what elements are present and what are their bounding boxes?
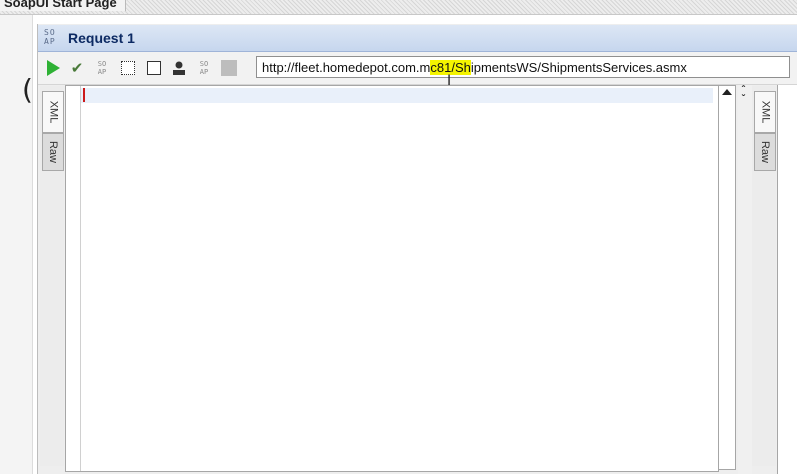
soap-action-button[interactable]: SO AP (93, 59, 111, 77)
tab-raw[interactable]: Raw (42, 133, 64, 171)
soap-icon: SO AP (44, 28, 56, 46)
stop-icon (221, 60, 237, 76)
play-icon (46, 60, 60, 76)
response-editor[interactable] (777, 85, 797, 474)
top-tab-strip: SoapUI Start Page (0, 0, 797, 15)
line-gutter (66, 86, 81, 471)
partial-icon: ( (22, 73, 33, 106)
tab-start-page[interactable]: SoapUI Start Page (0, 0, 126, 11)
validate-button[interactable]: ✔ (68, 59, 86, 77)
scroll-up-icon[interactable] (722, 89, 732, 95)
tab-xml[interactable]: XML (42, 91, 64, 133)
editor-scrollbar[interactable] (718, 85, 736, 470)
dotted-square-icon (121, 61, 135, 75)
stop-button[interactable] (220, 59, 238, 77)
run-button[interactable] (44, 59, 62, 77)
current-line (81, 88, 713, 103)
window-button[interactable] (145, 59, 163, 77)
response-tab-raw[interactable]: Raw (754, 133, 776, 171)
soap-options-button[interactable]: SO AP (195, 59, 213, 77)
xml-editor[interactable] (65, 85, 719, 472)
url-text-rest: ipmentsWS/ShipmentsServices.asmx (470, 60, 687, 75)
request-title: Request 1 (68, 30, 135, 46)
request-titlebar: SO AP Request 1 (38, 25, 797, 52)
response-side-tabs: XML Raw (752, 86, 776, 466)
chevron-down-icon[interactable]: ˇ (741, 94, 746, 105)
split-divider[interactable]: ˆ ˇ (738, 85, 752, 474)
square-icon (147, 61, 161, 75)
text-caret (83, 88, 85, 102)
user-icon (173, 61, 185, 75)
request-toolbar: ✔ SO AP SO AP http://fleet.homedepot.com.m… (38, 52, 797, 85)
user-button[interactable] (170, 59, 188, 77)
maximize-button[interactable] (119, 59, 137, 77)
response-tab-xml[interactable]: XML (754, 91, 776, 133)
left-gutter: ( (0, 15, 33, 474)
request-side-tabs: XML Raw (40, 86, 64, 466)
check-icon: ✔ (70, 60, 84, 77)
endpoint-url-field[interactable]: http://fleet.homedepot.com.mc81/Shipment… (256, 56, 790, 78)
url-text: http://fleet.homedepot.com.m (262, 60, 431, 75)
